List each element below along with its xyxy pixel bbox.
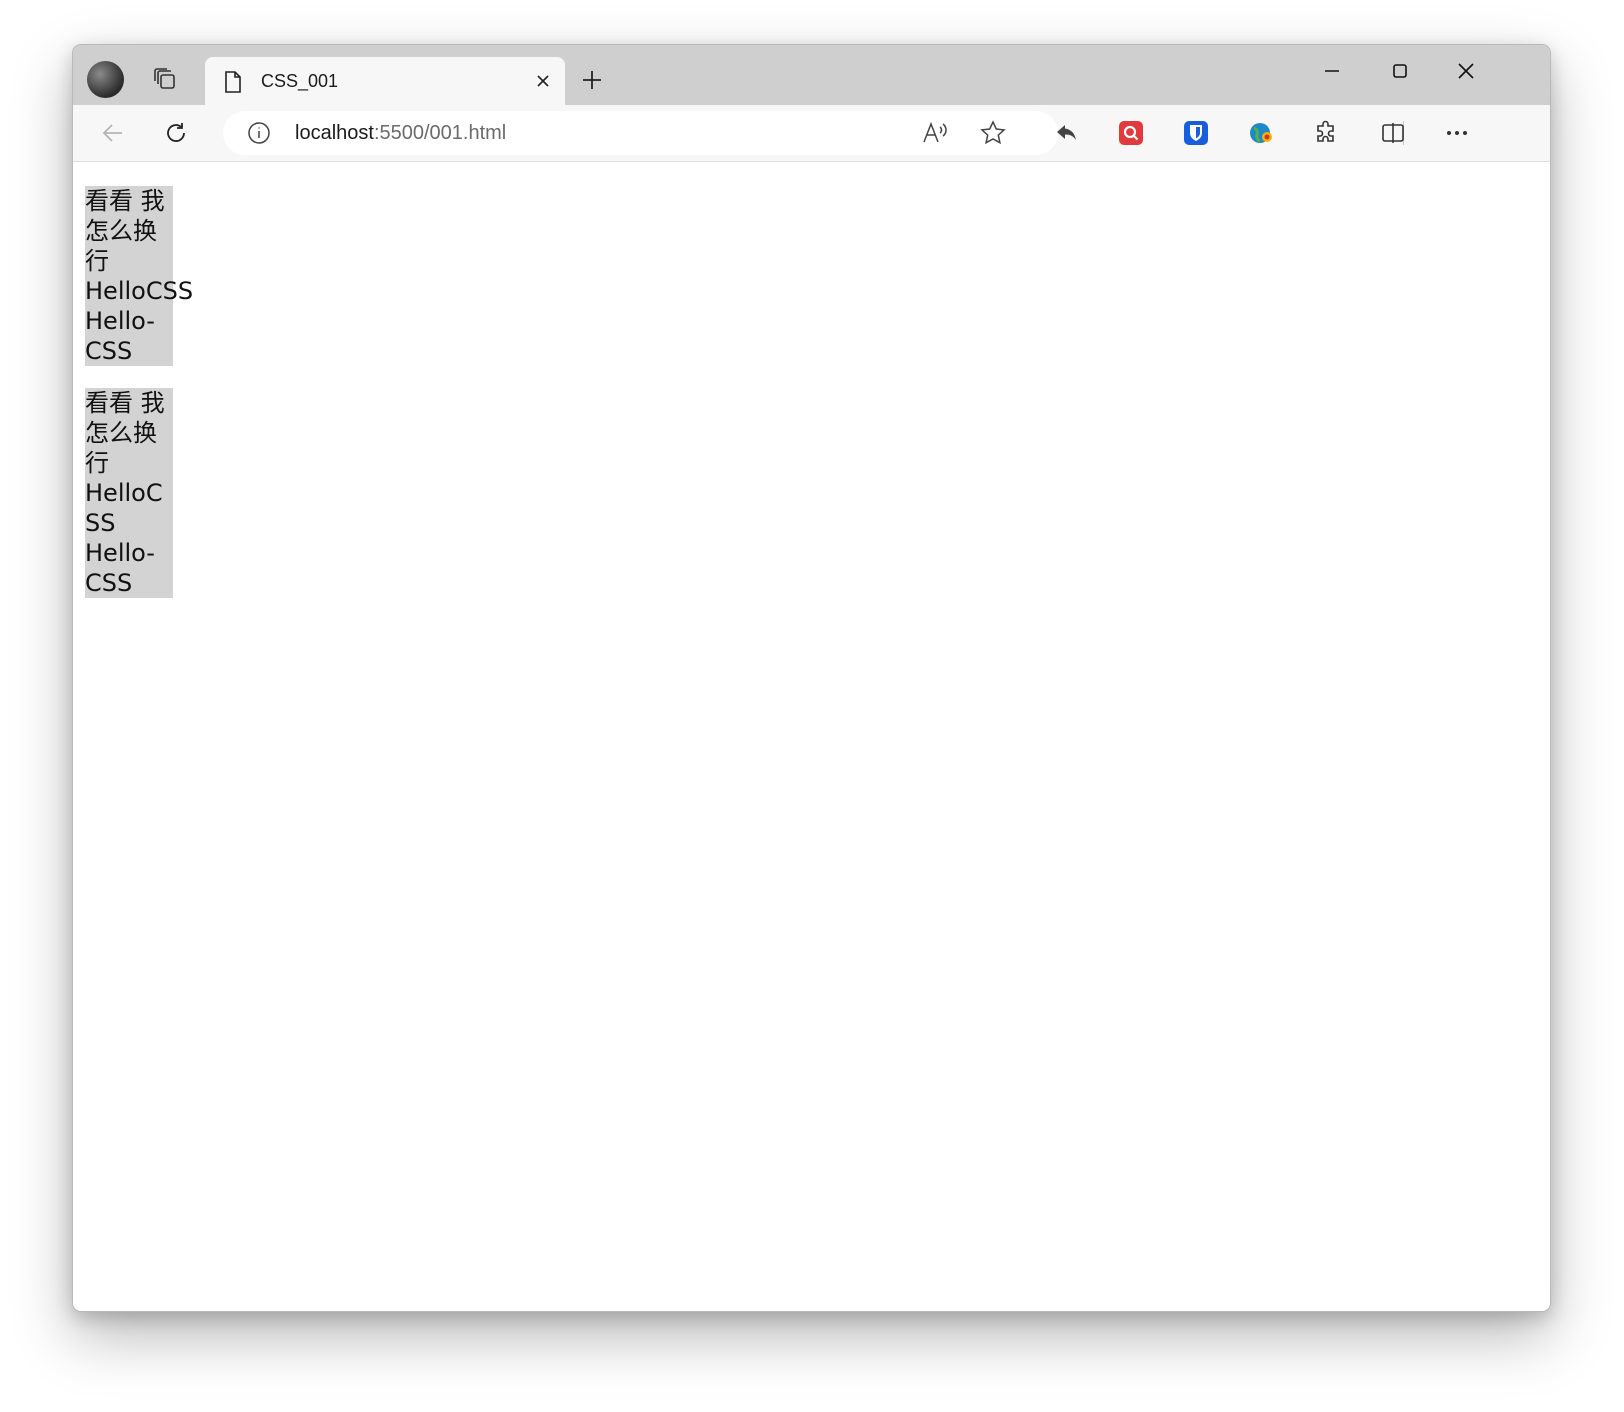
text-box-1: 看看 我 怎么换 行 HelloCSS Hello- CSS — [85, 186, 194, 366]
box2-line: 看看 我 — [85, 389, 165, 417]
back-icon[interactable] — [97, 117, 129, 149]
search-extension-icon[interactable] — [1115, 117, 1147, 149]
box2-line: CSS — [85, 569, 133, 597]
more-icon[interactable] — [1441, 117, 1473, 149]
page-content: 看看 我 怎么换 行 HelloCSS Hello- CSS 看看 我 怎么换 … — [73, 162, 1550, 1311]
box2-line: SS — [85, 509, 116, 537]
read-aloud-icon[interactable] — [919, 117, 951, 149]
box1-line: 怎么换 — [85, 217, 157, 245]
minimize-icon[interactable] — [1309, 55, 1355, 87]
refresh-icon[interactable] — [160, 117, 192, 149]
box2-line: 怎么换 — [85, 419, 157, 447]
url-path: :5500/001.html — [373, 122, 507, 144]
box1-line: CSS — [85, 337, 133, 365]
url-host: localhost — [295, 122, 374, 144]
share-back-icon[interactable] — [1051, 117, 1083, 149]
tab-css-001[interactable]: CSS_001 — [205, 57, 565, 105]
address-bar[interactable]: localhost:5500/001.html — [223, 111, 1058, 155]
split-screen-icon[interactable] — [1377, 117, 1409, 149]
box2-line: Hello- — [85, 539, 155, 567]
extensions-puzzle-icon[interactable] — [1310, 117, 1342, 149]
favorite-star-icon[interactable] — [977, 117, 1009, 149]
close-window-icon[interactable] — [1443, 55, 1489, 87]
box1-line: 行 — [85, 247, 109, 275]
box1-line: Hello- — [85, 307, 155, 335]
new-tab-button[interactable] — [577, 65, 607, 95]
tab-actions-icon[interactable] — [150, 64, 180, 94]
close-icon[interactable] — [531, 69, 555, 93]
tab-title: CSS_001 — [261, 71, 339, 91]
box2-line: HelloC — [85, 479, 163, 507]
bitwarden-icon[interactable] — [1180, 117, 1212, 149]
box1-line: 看看 我 — [85, 187, 165, 215]
title-bar: CSS_001 — [73, 45, 1550, 105]
info-icon[interactable] — [247, 121, 271, 150]
box1-line: HelloCSS — [85, 277, 194, 305]
maximize-icon[interactable] — [1377, 55, 1423, 87]
profile-avatar[interactable] — [87, 61, 124, 98]
browser-window: CSS_001 localhost:5500/001.html 看看 我 怎么换… — [72, 44, 1551, 1312]
box2-line: 行 — [85, 449, 109, 477]
document-icon — [223, 70, 243, 99]
globe-extension-icon[interactable] — [1245, 117, 1277, 149]
toolbar: localhost:5500/001.html — [73, 105, 1550, 162]
url-text[interactable]: localhost:5500/001.html — [295, 122, 506, 144]
text-box-2: 看看 我 怎么换 行 HelloC SS Hello- CSS — [85, 388, 173, 598]
